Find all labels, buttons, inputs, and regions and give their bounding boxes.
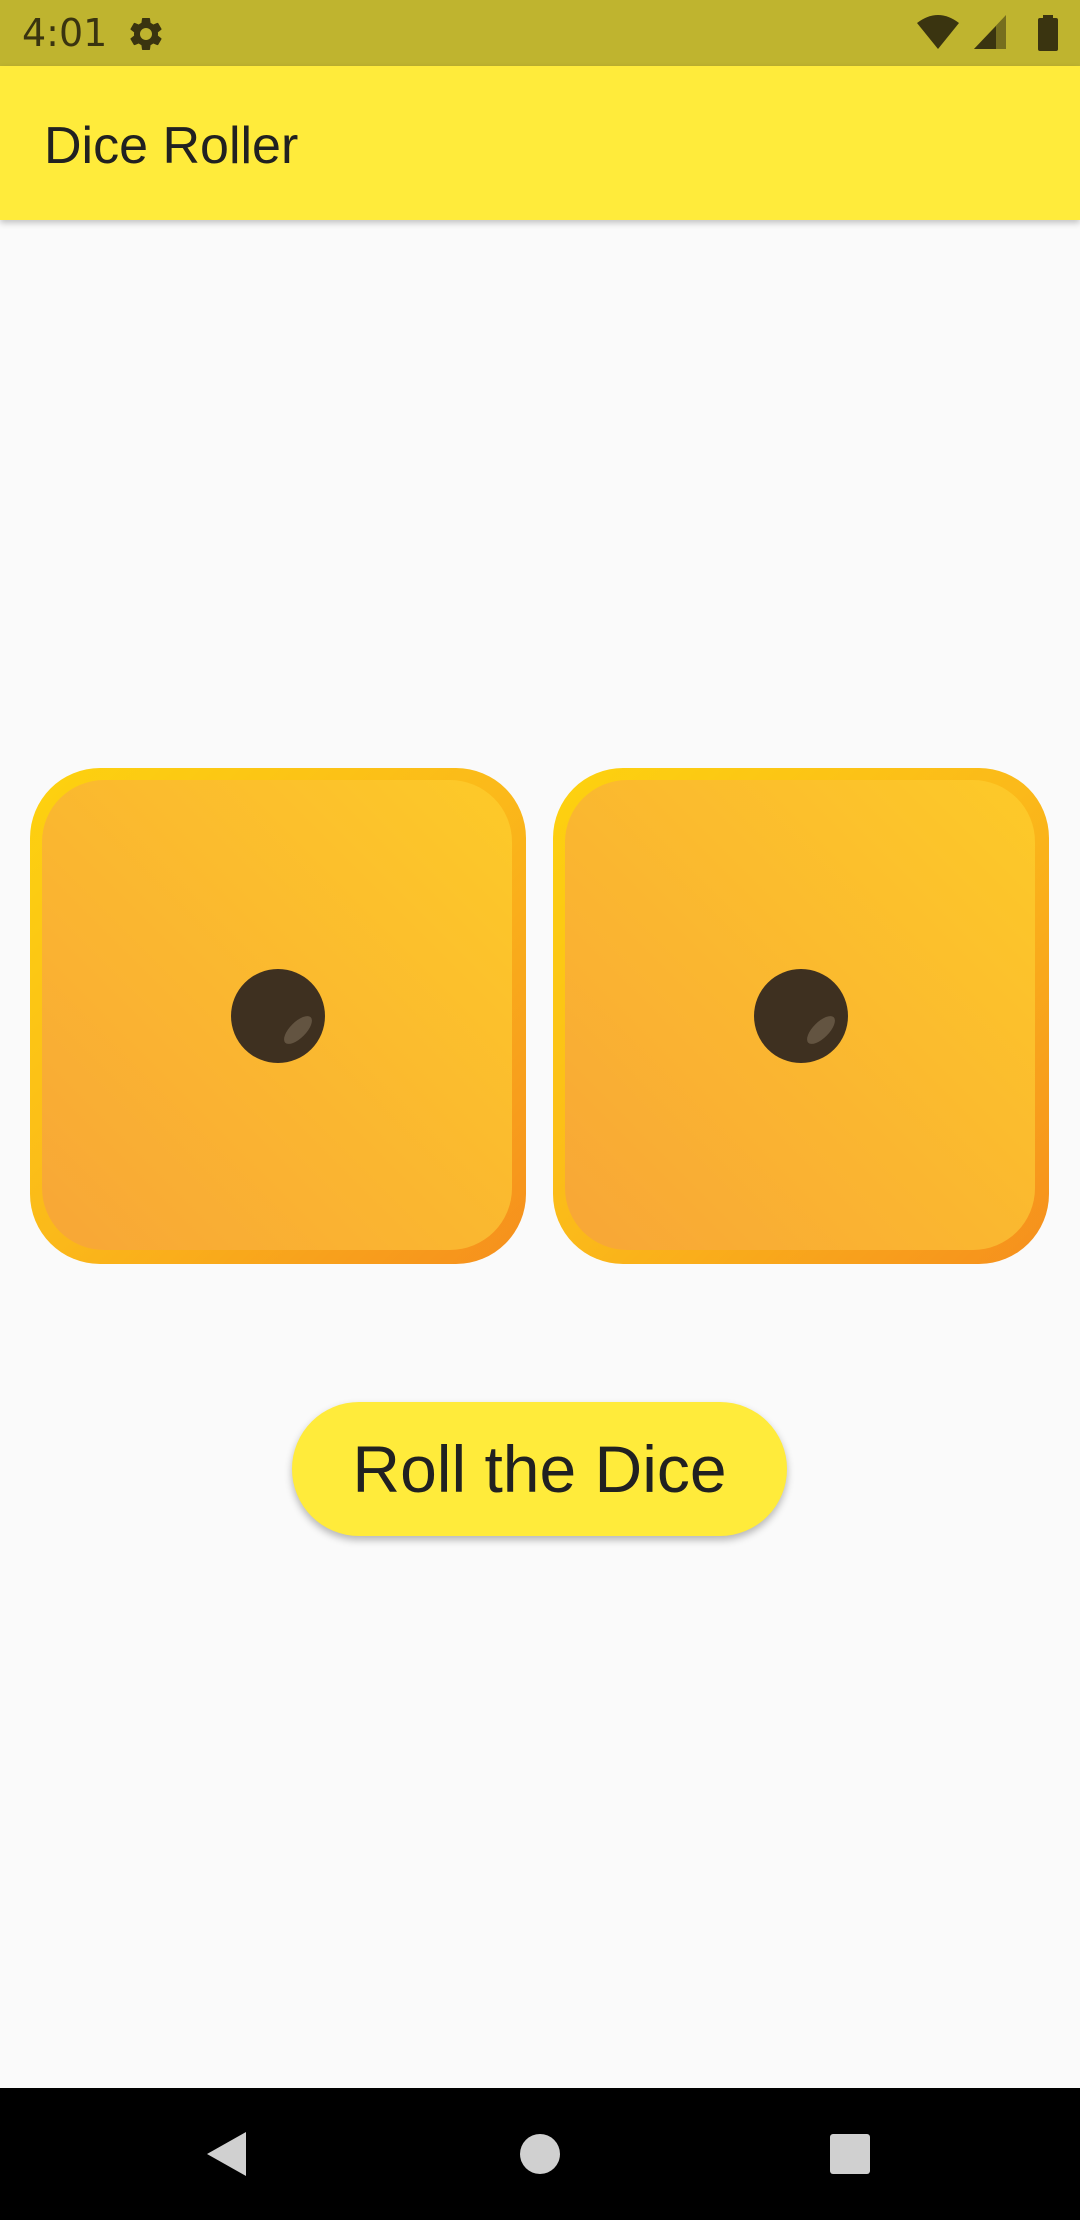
roll-dice-button[interactable]: Roll the Dice	[292, 1402, 787, 1536]
dice-left	[30, 768, 526, 1264]
back-icon	[207, 2132, 246, 2176]
status-time: 4:01	[22, 11, 108, 55]
status-bar: 4:01	[0, 0, 1080, 66]
app-title: Dice Roller	[44, 117, 299, 175]
recents-button[interactable]	[780, 2088, 920, 2220]
home-button[interactable]	[470, 2088, 610, 2220]
settings-gear-icon	[126, 14, 166, 54]
back-button[interactable]	[158, 2088, 298, 2220]
dice-right	[553, 768, 1049, 1264]
recents-icon	[830, 2134, 870, 2174]
dice-pip	[754, 969, 848, 1063]
wifi-icon	[917, 15, 959, 49]
nav-bar	[0, 2088, 1080, 2220]
home-icon	[520, 2134, 560, 2174]
cell-signal-icon	[974, 15, 1006, 49]
battery-icon	[1038, 15, 1058, 51]
app-bar: Dice Roller	[0, 66, 1080, 220]
dice-pip	[231, 969, 325, 1063]
